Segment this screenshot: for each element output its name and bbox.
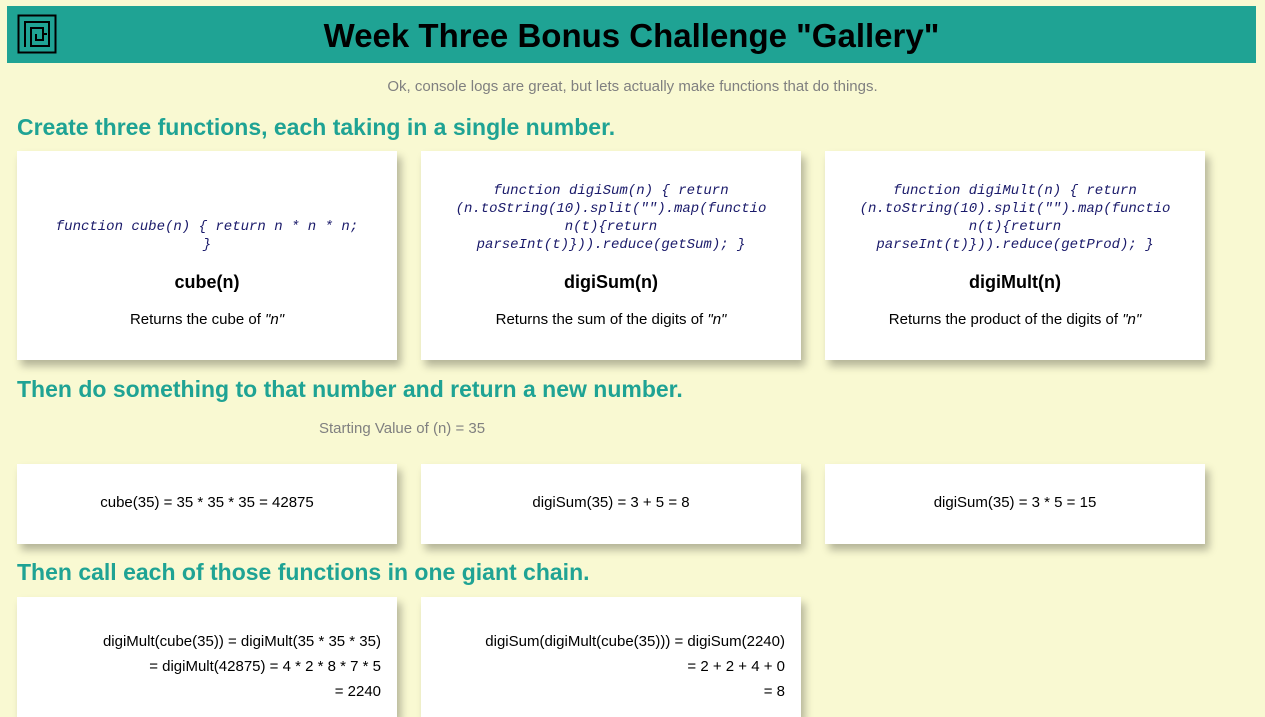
description-text: Returns the cube of <box>129 311 266 328</box>
code-line: function cube(n) { return n * n * n; <box>55 219 359 235</box>
code-line: n(t){return <box>968 219 1062 235</box>
page-title: Week Three Bonus Challenge "Gallery" <box>323 17 940 54</box>
page-header: Week Three Bonus Challenge "Gallery" <box>7 6 1256 63</box>
section-heading-create: Create three functions, each taking in a… <box>17 114 616 140</box>
chain-line: = 2 + 2 + 4 + 0 <box>687 658 785 675</box>
function-description: Returns the sum of the digits of "n" <box>421 311 801 328</box>
starting-value-label: Starting Value of (n) = 35 <box>319 420 486 437</box>
function-card-digisum: function digiSum(n) { return (n.toString… <box>421 151 801 360</box>
section-heading-chain: Then call each of those functions in one… <box>17 559 590 585</box>
code-snippet: function digiMult(n) { return (n.toStrin… <box>839 182 1191 254</box>
description-variable: "n" <box>707 311 727 328</box>
chain-card-digimult-cube: digiMult(cube(35)) = digiMult(35 * 35 * … <box>17 597 397 717</box>
page-subtitle: Ok, console logs are great, but lets act… <box>387 78 878 95</box>
code-line: function digiSum(n) { return <box>493 183 729 199</box>
function-description: Returns the cube of "n" <box>17 311 397 328</box>
code-snippet: function digiSum(n) { return (n.toString… <box>435 182 787 254</box>
result-text: cube(35) = 35 * 35 * 35 = 42875 <box>100 494 314 511</box>
chain-line: = 2240 <box>334 683 381 700</box>
chain-card-digisum-digimult-cube: digiSum(digiMult(cube(35))) = digiSum(22… <box>421 597 801 717</box>
function-name: digiMult(n) <box>969 272 1061 292</box>
chain-line: digiSum(digiMult(cube(35))) = digiSum(22… <box>485 633 785 650</box>
chain-text: digiSum(digiMult(cube(35))) = digiSum(22… <box>485 629 785 704</box>
function-name: cube(n) <box>174 272 240 292</box>
code-line: parseInt(t)})).reduce(getSum); } <box>476 237 746 253</box>
function-description: Returns the product of the digits of "n" <box>825 311 1205 328</box>
code-line: n(t){return <box>564 219 658 235</box>
code-line: function digiMult(n) { return <box>893 183 1137 199</box>
chain-line: = 8 <box>763 683 785 700</box>
section-heading-transform: Then do something to that number and ret… <box>17 376 683 402</box>
description-variable: "n" <box>1122 311 1142 328</box>
function-card-cube: function cube(n) { return n * n * n; } c… <box>17 151 397 360</box>
chain-text: digiMult(cube(35)) = digiMult(35 * 35 * … <box>103 629 381 704</box>
code-line: (n.toString(10).split("").map(functio <box>859 201 1171 217</box>
chain-line: = digiMult(42875) = 4 * 2 * 8 * 7 * 5 <box>149 658 381 675</box>
code-line: (n.toString(10).split("").map(functio <box>455 201 767 217</box>
description-text: Returns the sum of the digits of <box>495 311 708 328</box>
result-card-digimult: digiSum(35) = 3 * 5 = 15 <box>825 464 1205 544</box>
code-line: parseInt(t)})).reduce(getProd); } <box>876 237 1154 253</box>
function-name: digiSum(n) <box>564 272 658 292</box>
result-text: digiSum(35) = 3 + 5 = 8 <box>532 494 690 511</box>
function-card-digimult: function digiMult(n) { return (n.toStrin… <box>825 151 1205 360</box>
result-text: digiSum(35) = 3 * 5 = 15 <box>933 494 1097 511</box>
description-text: Returns the product of the digits of <box>888 311 1123 328</box>
result-card-cube: cube(35) = 35 * 35 * 35 = 42875 <box>17 464 397 544</box>
description-variable: "n" <box>265 311 285 328</box>
code-snippet: function cube(n) { return n * n * n; } <box>31 218 383 254</box>
code-line: } <box>202 237 212 253</box>
result-card-digisum: digiSum(35) = 3 + 5 = 8 <box>421 464 801 544</box>
chain-line: digiMult(cube(35)) = digiMult(35 * 35 * … <box>102 633 381 650</box>
